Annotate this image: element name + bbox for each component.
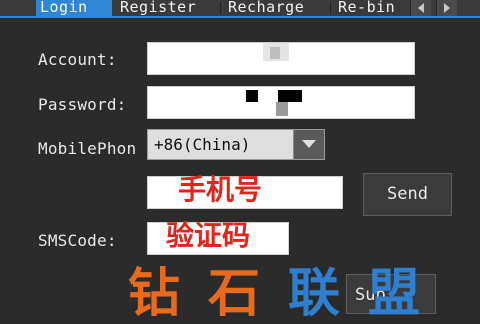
chevron-left-icon: [418, 3, 424, 13]
chevron-right-icon: [444, 3, 450, 13]
tab-scroll-right-button[interactable]: [436, 0, 457, 16]
account-input[interactable]: [147, 42, 415, 75]
mobile-phone-label: MobilePhon: [38, 139, 137, 158]
tab-separator: [330, 2, 331, 14]
country-code-value: +86(China): [154, 135, 251, 154]
password-input[interactable]: [147, 86, 415, 119]
censor-pixel: [246, 90, 258, 102]
tab-separator: [220, 2, 221, 14]
watermark-blue-text: 联盟: [288, 264, 449, 324]
tab-register[interactable]: Register: [116, 0, 212, 16]
sms-code-label: SMSCode:: [38, 231, 117, 250]
code-hint-overlay: 验证码: [166, 219, 251, 252]
censor-pixel: [276, 102, 288, 116]
censor-pixel: [270, 47, 280, 59]
tab-rebind[interactable]: Re-bin: [334, 0, 410, 16]
country-code-dropdown-button[interactable]: [293, 130, 324, 159]
send-button[interactable]: Send: [363, 173, 452, 216]
tab-bar: Login Register Recharge Re-bin: [0, 0, 480, 18]
tab-recharge[interactable]: Recharge: [224, 0, 324, 16]
account-label: Account:: [38, 50, 117, 69]
tab-login[interactable]: Login: [36, 0, 112, 16]
watermark: 钻石联盟: [128, 268, 448, 320]
tab-scroll-left-button[interactable]: [410, 0, 431, 16]
censor-pixel: [278, 90, 302, 102]
phone-hint-overlay: 手机号: [178, 173, 263, 206]
watermark-orange-text: 钻石: [128, 264, 289, 324]
password-label: Password:: [38, 95, 127, 114]
chevron-down-icon: [302, 140, 316, 148]
country-code-select[interactable]: +86(China): [147, 129, 325, 160]
